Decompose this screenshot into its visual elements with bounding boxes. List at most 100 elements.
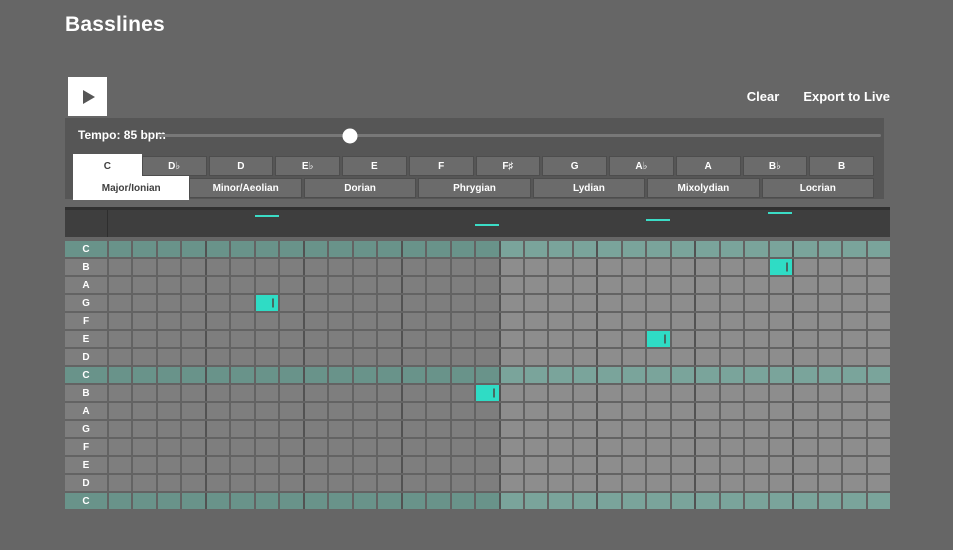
grid-cell[interactable] — [474, 295, 498, 311]
grid-cell[interactable] — [254, 475, 278, 491]
grid-cell[interactable] — [376, 331, 400, 347]
grid-cell[interactable] — [229, 313, 253, 329]
grid-cell[interactable] — [866, 259, 890, 275]
grid-cell[interactable] — [621, 259, 645, 275]
grid-cell[interactable] — [499, 421, 523, 437]
grid-cell[interactable] — [474, 457, 498, 473]
grid-cell[interactable] — [229, 385, 253, 401]
grid-cell[interactable] — [352, 385, 376, 401]
grid-cell[interactable] — [792, 421, 816, 437]
grid-cell[interactable] — [719, 313, 743, 329]
grid-cell[interactable] — [180, 241, 204, 257]
grid-cell[interactable] — [547, 349, 571, 365]
grid-cell[interactable] — [131, 277, 155, 293]
grid-cell[interactable] — [229, 349, 253, 365]
grid-cell[interactable] — [768, 241, 792, 257]
grid-cell[interactable] — [425, 385, 449, 401]
grid-cell[interactable] — [327, 295, 351, 311]
grid-cell[interactable] — [376, 421, 400, 437]
grid-cell[interactable] — [303, 457, 327, 473]
grid-cell[interactable] — [278, 385, 302, 401]
grid-cell[interactable] — [645, 457, 669, 473]
grid-cell[interactable] — [572, 475, 596, 491]
grid-cell[interactable] — [792, 475, 816, 491]
grid-cell[interactable] — [768, 349, 792, 365]
grid-cell[interactable] — [743, 403, 767, 419]
grid-cell[interactable] — [474, 241, 498, 257]
grid-cell[interactable] — [401, 259, 425, 275]
grid-cell[interactable] — [425, 349, 449, 365]
grid-cell[interactable] — [866, 295, 890, 311]
grid-cell[interactable] — [841, 493, 865, 509]
grid-cell[interactable] — [743, 313, 767, 329]
grid-cell[interactable] — [352, 241, 376, 257]
grid-cell[interactable] — [817, 385, 841, 401]
grid-cell[interactable] — [303, 241, 327, 257]
grid-cell[interactable] — [841, 457, 865, 473]
grid-cell[interactable] — [768, 475, 792, 491]
grid-cell[interactable] — [229, 331, 253, 347]
key-option[interactable]: A♭ — [609, 156, 674, 176]
grid-cell[interactable] — [792, 241, 816, 257]
grid-cell[interactable] — [719, 259, 743, 275]
key-option[interactable]: E♭ — [275, 156, 340, 176]
grid-cell[interactable] — [401, 349, 425, 365]
grid-cell[interactable] — [719, 475, 743, 491]
grid-cell[interactable] — [352, 277, 376, 293]
grid-cell[interactable] — [866, 439, 890, 455]
grid-cell[interactable] — [645, 349, 669, 365]
grid-cell[interactable] — [596, 421, 620, 437]
grid-cell[interactable] — [768, 457, 792, 473]
grid-cell[interactable] — [401, 277, 425, 293]
grid-cell[interactable] — [841, 259, 865, 275]
grid-cell[interactable] — [450, 457, 474, 473]
grid-cell[interactable] — [866, 475, 890, 491]
grid-cell[interactable] — [278, 313, 302, 329]
grid-cell[interactable] — [670, 421, 694, 437]
key-option[interactable]: D♭ — [142, 156, 207, 176]
grid-cell[interactable] — [768, 313, 792, 329]
grid-cell[interactable] — [768, 421, 792, 437]
grid-cell[interactable] — [523, 313, 547, 329]
grid-cell[interactable] — [156, 259, 180, 275]
grid-cell[interactable] — [499, 403, 523, 419]
grid-cell[interactable] — [278, 259, 302, 275]
grid-cell[interactable] — [547, 259, 571, 275]
grid-cell[interactable] — [180, 313, 204, 329]
grid-cell[interactable] — [376, 349, 400, 365]
grid-cell[interactable] — [278, 403, 302, 419]
grid-cell[interactable] — [547, 331, 571, 347]
grid-cell[interactable] — [327, 259, 351, 275]
grid-cell[interactable] — [645, 475, 669, 491]
grid-cell[interactable] — [107, 403, 131, 419]
grid-cell[interactable] — [768, 367, 792, 383]
grid-cell[interactable] — [547, 277, 571, 293]
grid-cell[interactable] — [596, 439, 620, 455]
grid-cell[interactable] — [596, 259, 620, 275]
grid-cell[interactable] — [621, 385, 645, 401]
grid-cell[interactable] — [743, 439, 767, 455]
grid-cell[interactable] — [621, 493, 645, 509]
grid-cell[interactable] — [474, 331, 498, 347]
grid-cell[interactable] — [474, 313, 498, 329]
grid-cell[interactable] — [156, 439, 180, 455]
grid-cell[interactable] — [670, 403, 694, 419]
grid-cell[interactable] — [450, 367, 474, 383]
grid-cell[interactable] — [327, 475, 351, 491]
grid-cell[interactable] — [352, 457, 376, 473]
grid-cell[interactable] — [596, 385, 620, 401]
grid-cell[interactable] — [866, 241, 890, 257]
grid-cell[interactable] — [131, 331, 155, 347]
grid-cell[interactable] — [817, 457, 841, 473]
grid-cell[interactable] — [107, 493, 131, 509]
grid-cell[interactable] — [499, 277, 523, 293]
grid-cell[interactable] — [596, 493, 620, 509]
grid-cell[interactable] — [425, 313, 449, 329]
grid-cell[interactable] — [499, 475, 523, 491]
grid-cell[interactable] — [719, 457, 743, 473]
grid-cell[interactable] — [352, 331, 376, 347]
grid-cell[interactable] — [670, 475, 694, 491]
grid-cell[interactable] — [866, 331, 890, 347]
grid-cell[interactable] — [523, 385, 547, 401]
grid-cell[interactable] — [425, 403, 449, 419]
